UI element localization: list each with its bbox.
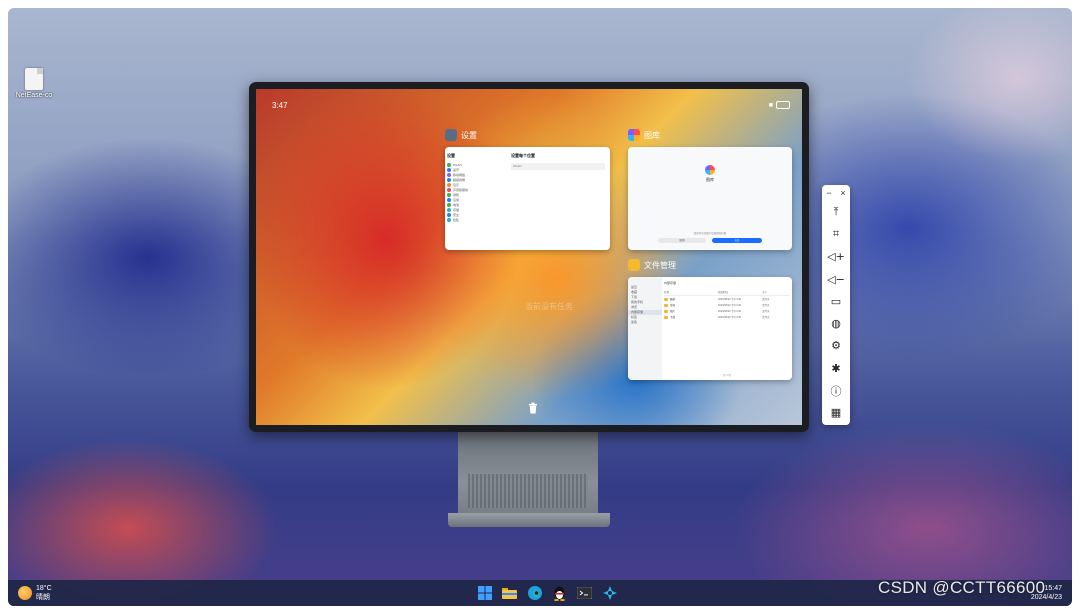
files-sidebar: 最近 收藏 下载 我的手机 浏览 内部存储 标签 蓝色 — [628, 277, 662, 380]
folder-icon — [664, 315, 668, 319]
weather-sun-icon — [18, 586, 32, 600]
settings-task-card[interactable]: 设置 WLAN 蓝牙 移动网络 超级终端 显示 声音和振动 通知 应用 电池 存… — [445, 147, 610, 250]
gallery-cancel-button[interactable]: 取消 — [658, 238, 706, 243]
files-header: 名称 修改时间 大小 — [664, 289, 790, 296]
files-main: 内部存储 名称 修改时间 大小 数据 2023/08/20 下午3:40 文件夹 文… — [664, 281, 790, 320]
files-app-icon — [628, 259, 640, 271]
debug-icon[interactable]: ✱ — [822, 357, 850, 379]
files-sidebar-item: 蓝色 — [631, 320, 638, 324]
volume-up-icon[interactable]: ◁+ — [822, 246, 850, 268]
file-explorer-button[interactable] — [501, 584, 519, 602]
gallery-task-card[interactable]: 图库 请授予访问图片和视频的权限 取消 允许 — [628, 147, 792, 250]
settings-app-icon — [445, 129, 457, 141]
folder-icon — [664, 309, 668, 313]
gallery-app-icon — [628, 129, 640, 141]
files-col-name: 名称 — [664, 291, 670, 294]
crop-icon[interactable]: ⌗ — [822, 223, 850, 245]
watermark-text: CSDN @CCTT66600 — [878, 578, 1046, 597]
edge-icon — [527, 586, 542, 600]
battery-icon — [776, 101, 790, 109]
volume-down-icon[interactable]: ◁− — [822, 268, 850, 290]
files-row: 下载 2023/08/20 下午3:40 文件夹 — [664, 314, 790, 320]
screen-icon[interactable]: ▭ — [822, 290, 850, 312]
monitor-stand — [458, 432, 598, 516]
notification-icon: ■ — [768, 101, 773, 109]
minimize-button[interactable]: − — [826, 188, 831, 198]
monitor-base — [448, 513, 610, 527]
desktop-file-icon[interactable]: NetEase-co — [10, 68, 58, 99]
files-footer: 共 4 项 — [723, 374, 731, 377]
devtool-button[interactable] — [601, 584, 619, 602]
device-screen: 3:47 ■ 设置 设置 WLAN 蓝牙 移动网络 超级终端 显示 声音和振动 … — [256, 89, 802, 425]
gallery-logo-icon — [705, 165, 715, 175]
settings-detail-title: 设置每个位置 — [511, 153, 535, 158]
file-icon — [25, 68, 43, 90]
settings-list: 设置 WLAN 蓝牙 移动网络 超级终端 显示 声音和振动 通知 应用 电池 存… — [447, 153, 505, 222]
folder-icon — [502, 588, 517, 599]
settings-item: 隐私 — [447, 217, 505, 222]
keyboard-icon[interactable]: ▦ — [822, 402, 850, 424]
desktop: NetEase-co 3:47 ■ 设置 设置 WLAN 蓝牙 移动网络 超级终… — [8, 8, 1072, 606]
gallery-allow-button[interactable]: 允许 — [712, 238, 762, 243]
emulator-toolbar: − × ⤒ ⌗ ◁+ ◁− ▭ ◍ ⚙ ✱ ⓘ ▦ — [822, 185, 850, 425]
files-breadcrumb: 内部存储 — [664, 281, 677, 285]
stand-grille — [468, 474, 588, 508]
start-button[interactable] — [476, 584, 494, 602]
folder-icon — [664, 303, 668, 307]
settings-list-title: 设置 — [447, 153, 455, 158]
settings-detail: 设置每个位置 WLAN — [511, 153, 605, 170]
files-task-card[interactable]: 最近 收藏 下载 我的手机 浏览 内部存储 标签 蓝色 内部存储 名称 修改时间… — [628, 277, 792, 380]
settings-detail-row: WLAN — [511, 163, 605, 170]
gallery-permission-tip: 请授予访问图片和视频的权限 — [693, 232, 727, 235]
gallery-app-name: 图库 — [706, 177, 714, 182]
trash-icon[interactable] — [528, 402, 538, 414]
info-icon[interactable]: ⓘ — [822, 379, 850, 401]
terminal-button[interactable] — [576, 584, 594, 602]
weather-condition: 晴朗 — [36, 594, 50, 601]
settings-card-header: 设置 — [445, 129, 477, 141]
devtool-icon — [602, 586, 617, 600]
weather-widget[interactable]: 18°C 晴朗 — [18, 584, 52, 602]
pin-top-icon[interactable]: ⤒ — [822, 201, 850, 223]
edge-button[interactable] — [526, 584, 544, 602]
files-col-date: 修改时间 — [718, 291, 729, 294]
gallery-card-title: 图库 — [644, 130, 660, 140]
device-status-bar: ■ — [769, 101, 790, 109]
qq-button[interactable] — [551, 584, 569, 602]
globe-icon[interactable]: ◍ — [822, 312, 850, 334]
empty-task-hint: 当前没有任务 — [525, 302, 573, 311]
qq-penguin-icon — [554, 586, 565, 601]
gallery-card-header: 图库 — [628, 129, 660, 141]
taskbar-apps — [472, 584, 622, 602]
terminal-icon — [577, 587, 592, 599]
settings-card-title: 设置 — [461, 130, 477, 140]
files-col-size: 大小 — [762, 291, 768, 294]
folder-icon — [664, 297, 668, 301]
weather-temp: 18°C — [36, 585, 52, 592]
settings-icon[interactable]: ⚙ — [822, 335, 850, 357]
close-button[interactable]: × — [840, 188, 845, 198]
windows-icon — [477, 586, 492, 600]
files-card-header: 文件管理 — [628, 259, 676, 271]
files-card-title: 文件管理 — [644, 260, 676, 270]
desktop-file-label: NetEase-co — [15, 92, 53, 99]
device-clock: 3:47 — [272, 101, 288, 110]
